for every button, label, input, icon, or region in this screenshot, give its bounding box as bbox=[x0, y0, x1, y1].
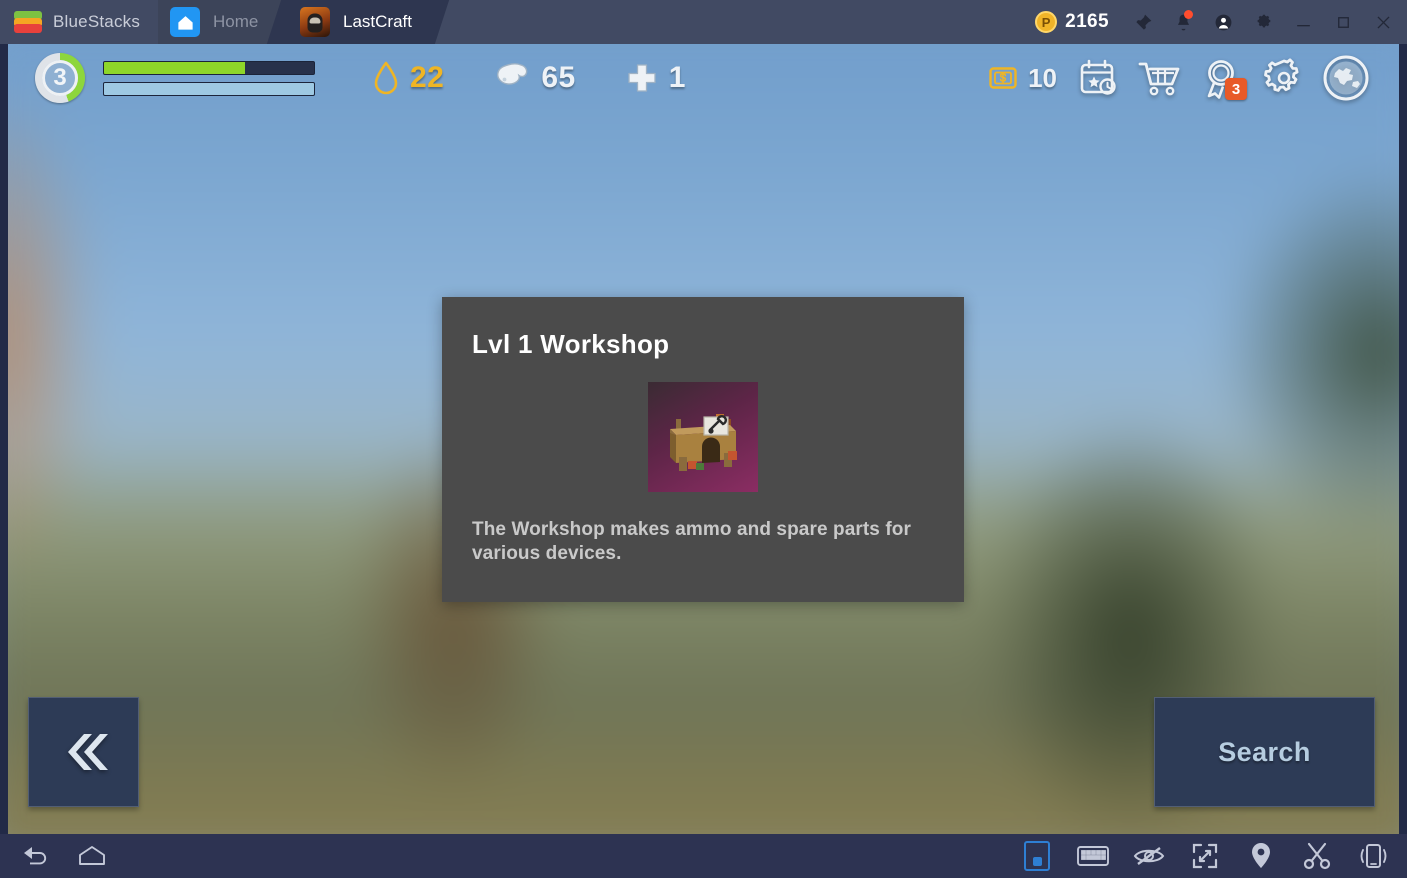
bluestacks-bottom-bar bbox=[0, 834, 1407, 878]
game-settings-button[interactable] bbox=[1253, 47, 1315, 109]
maximize-icon bbox=[1337, 16, 1349, 28]
money-value: 10 bbox=[1028, 62, 1057, 93]
dialog-description: The Workshop makes ammo and spare parts … bbox=[472, 519, 911, 564]
shopping-cart-icon bbox=[1138, 62, 1180, 96]
bluestacks-brand: BlueStacks bbox=[0, 0, 159, 44]
hide-controls-button[interactable] bbox=[1121, 834, 1177, 878]
location-button[interactable] bbox=[1233, 834, 1289, 878]
water-value: 22 bbox=[410, 61, 445, 94]
coin-icon: P bbox=[1035, 11, 1058, 33]
titlebar-spacer bbox=[442, 0, 1035, 44]
back-arrow-icon bbox=[24, 847, 47, 865]
notifications-button[interactable] bbox=[1163, 0, 1203, 44]
hud-right-buttons: 10 3 bbox=[987, 47, 1399, 109]
viewport-right-frame bbox=[1399, 44, 1407, 834]
cut-button[interactable] bbox=[1289, 834, 1345, 878]
player-level-value: 3 bbox=[53, 64, 67, 91]
fullscreen-expand-icon bbox=[1192, 843, 1218, 869]
bluestacks-title-bar: BlueStacks Home LastCraft P 2165 bbox=[0, 0, 1407, 44]
home-outline-icon bbox=[79, 846, 105, 865]
keyboard-icon bbox=[1077, 846, 1109, 866]
minimize-icon bbox=[1296, 24, 1310, 26]
gear-icon bbox=[1264, 58, 1299, 92]
game-viewport[interactable]: 3 22 65 1 10 3 Lvl 1 Workshop The Worksh… bbox=[8, 44, 1399, 834]
bottom-bar-right-group bbox=[1009, 834, 1407, 878]
android-back-button[interactable] bbox=[8, 834, 64, 878]
level-number-holder: 3 bbox=[42, 60, 78, 96]
phone-select-icon bbox=[1024, 841, 1050, 871]
dialog-title: Lvl 1 Workshop bbox=[472, 329, 670, 359]
achievements-button[interactable]: 3 bbox=[1191, 47, 1253, 109]
health-kit-value: 1 bbox=[668, 61, 686, 94]
android-home-button[interactable] bbox=[64, 834, 120, 878]
pin-icon bbox=[1135, 14, 1151, 30]
resource-water: 22 bbox=[373, 61, 444, 95]
health-bar-fill bbox=[104, 61, 245, 74]
money-display[interactable]: 10 bbox=[987, 62, 1057, 94]
achievements-badge: 3 bbox=[1225, 78, 1247, 100]
tab-home-label: Home bbox=[213, 12, 259, 31]
tab-lastcraft[interactable]: LastCraft bbox=[267, 0, 450, 44]
shop-button[interactable] bbox=[1129, 47, 1191, 109]
minimize-button[interactable] bbox=[1283, 0, 1323, 44]
scissors-icon bbox=[1303, 842, 1331, 870]
close-icon bbox=[1376, 15, 1390, 29]
bluestacks-logo-icon bbox=[14, 11, 42, 33]
viewport-left-frame bbox=[0, 44, 8, 834]
maximize-button[interactable] bbox=[1323, 0, 1363, 44]
meat-drumstick-icon bbox=[497, 63, 528, 85]
pin-button[interactable] bbox=[1123, 0, 1163, 44]
gear-icon bbox=[1257, 14, 1270, 27]
player-stat-bars bbox=[103, 60, 315, 96]
stamina-bar-fill bbox=[104, 82, 314, 95]
eye-slash-icon bbox=[1133, 847, 1165, 865]
bluestacks-brand-label: BlueStacks bbox=[53, 12, 141, 31]
close-button[interactable] bbox=[1363, 0, 1403, 44]
resource-health-kit: 1 bbox=[626, 62, 686, 94]
workshop-building-thumbnail bbox=[648, 382, 758, 492]
health-bar bbox=[103, 60, 315, 75]
search-button-label: Search bbox=[1218, 736, 1311, 767]
phone-shake-icon bbox=[1360, 844, 1387, 868]
bottom-bar-left-group bbox=[0, 834, 120, 878]
notification-badge bbox=[1184, 10, 1193, 19]
globe-icon bbox=[1323, 55, 1369, 101]
medical-cross-icon bbox=[628, 64, 656, 92]
food-value: 65 bbox=[541, 61, 576, 94]
lastcraft-app-icon bbox=[300, 7, 331, 37]
calendar-star-clock-icon bbox=[1080, 59, 1116, 95]
world-map-button[interactable] bbox=[1315, 47, 1377, 109]
resource-food: 65 bbox=[494, 61, 575, 95]
daily-events-button[interactable] bbox=[1067, 47, 1129, 109]
search-button[interactable]: Search bbox=[1154, 697, 1375, 807]
game-controls-button[interactable] bbox=[1009, 834, 1065, 878]
bluestacks-points[interactable]: P 2165 bbox=[1035, 11, 1109, 33]
user-avatar-icon bbox=[1215, 14, 1231, 30]
titlebar-right-controls: P 2165 bbox=[1035, 0, 1407, 44]
points-value: 2165 bbox=[1065, 11, 1109, 32]
tab-lastcraft-label: LastCraft bbox=[343, 12, 413, 31]
stamina-bar bbox=[103, 81, 315, 96]
water-drop-icon bbox=[374, 61, 398, 95]
home-icon bbox=[170, 7, 201, 37]
shake-button[interactable] bbox=[1345, 834, 1401, 878]
double-chevron-left-icon bbox=[67, 734, 108, 770]
game-hud: 3 22 65 1 10 3 bbox=[8, 44, 1399, 112]
account-button[interactable] bbox=[1203, 0, 1243, 44]
money-bill-icon bbox=[989, 67, 1017, 89]
building-info-dialog: Lvl 1 Workshop The Workshop makes ammo a… bbox=[442, 297, 964, 602]
workbench-illustration bbox=[670, 414, 737, 472]
fullscreen-button[interactable] bbox=[1177, 834, 1233, 878]
player-level-indicator: 3 bbox=[35, 53, 85, 103]
keyboard-controls-button[interactable] bbox=[1065, 834, 1121, 878]
settings-button[interactable] bbox=[1243, 0, 1283, 44]
location-pin-icon bbox=[1252, 843, 1270, 868]
back-button[interactable] bbox=[28, 697, 139, 807]
